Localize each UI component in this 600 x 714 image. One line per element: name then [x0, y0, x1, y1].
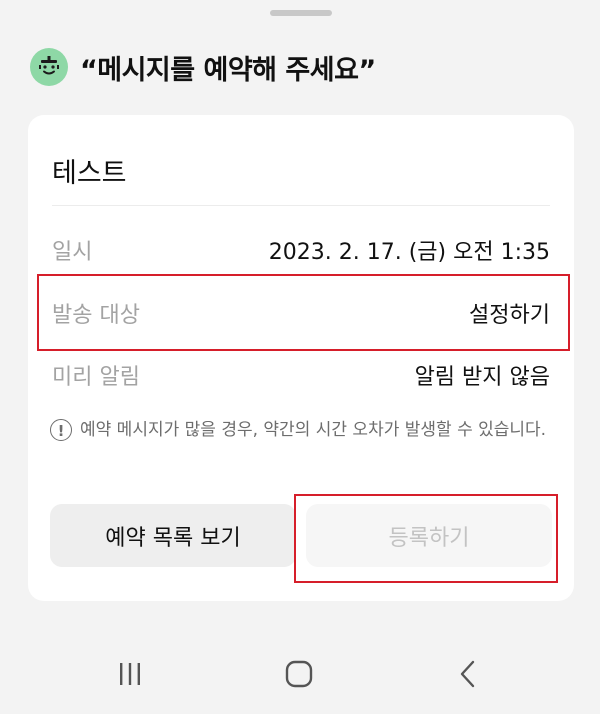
- timing-notice: ! 예약 메시지가 많을 경우, 약간의 시간 오차가 발생할 수 있습니다.: [50, 417, 550, 443]
- sheet-title: “메시지를 예약해 주세요”: [80, 54, 376, 86]
- notice-text: 예약 메시지가 많을 경우, 약간의 시간 오차가 발생할 수 있습니다.: [80, 420, 547, 440]
- title-divider: [52, 205, 550, 206]
- info-exclamation-icon: !: [50, 419, 72, 441]
- datetime-row[interactable]: 일시 2023. 2. 17. (금) 오전 1:35: [52, 232, 550, 268]
- bot-face-icon: [30, 48, 68, 86]
- sheet-header: “메시지를 예약해 주세요”: [30, 45, 376, 89]
- register-button[interactable]: 등록하기: [306, 504, 552, 567]
- back-icon[interactable]: [438, 652, 498, 696]
- datetime-label: 일시: [52, 240, 93, 265]
- datetime-value[interactable]: 2023. 2. 17. (금) 오전 1:35: [269, 234, 550, 266]
- recipient-label: 발송 대상: [52, 303, 140, 328]
- reminder-label: 미리 알림: [52, 365, 140, 390]
- bottom-sheet-handle[interactable]: [270, 10, 332, 16]
- recipient-setup-link[interactable]: 설정하기: [469, 297, 550, 329]
- reminder-value[interactable]: 알림 받지 않음: [415, 359, 550, 391]
- home-icon[interactable]: [269, 652, 329, 696]
- recent-apps-icon[interactable]: [100, 652, 160, 696]
- view-schedule-list-button[interactable]: 예약 목록 보기: [50, 504, 296, 567]
- recipient-row[interactable]: 발송 대상 설정하기: [52, 295, 550, 331]
- schedule-message-card: 테스트 일시 2023. 2. 17. (금) 오전 1:35 발송 대상 설정…: [28, 115, 574, 601]
- system-navigation-bar: [0, 634, 600, 714]
- message-title: 테스트: [52, 158, 127, 189]
- reminder-row[interactable]: 미리 알림 알림 받지 않음: [52, 357, 550, 393]
